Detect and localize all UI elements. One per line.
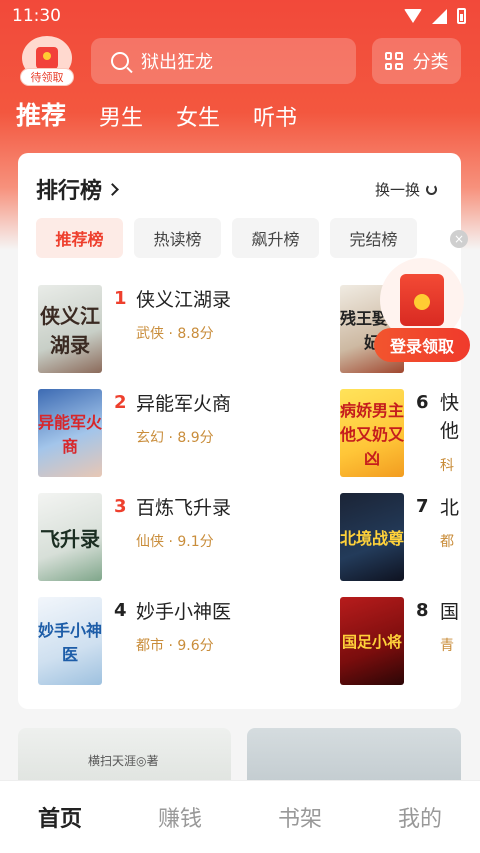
search-placeholder: 狱出狂龙 [141,52,213,73]
book-title: 异能军火商 [136,393,232,415]
wifi-icon [404,9,422,23]
book-item[interactable]: 北境战尊 7 北 都 [340,493,461,583]
book-item[interactable]: 妙手小神医 4 妙手小神医 都市 · 9.6分 [38,597,338,687]
book-cover: 侠义江湖录 [38,285,102,373]
top-row: 待领取 狱出狂龙 分类 [0,36,480,90]
banner-row: 横扫天涯◎著 [18,728,461,788]
nav-home[interactable]: 首页 [0,781,120,853]
chevron-right-icon [106,182,119,196]
book-title: 侠义江湖录 [136,289,232,311]
pill-hot[interactable]: 热读榜 [134,218,221,258]
nav-earn[interactable]: 赚钱 [120,781,240,853]
book-cover: 北境战尊 [340,493,404,581]
banner-left[interactable]: 横扫天涯◎著 [18,728,231,788]
gift-entry[interactable]: 待领取 [20,36,74,86]
search-input[interactable]: 狱出狂龙 [91,38,356,84]
book-cover: 病娇男主他又奶又凶 [340,389,404,477]
book-meta: 都 [440,534,454,550]
pill-recommend[interactable]: 推荐榜 [36,218,123,258]
book-item[interactable]: 飞升录 3 百炼飞升录 仙侠 · 9.1分 [38,493,338,583]
search-icon [111,52,129,70]
login-reward-button[interactable]: 登录领取 [374,328,470,362]
close-promo-button[interactable]: × [450,230,468,248]
bottom-nav: 首页 赚钱 书架 我的 [0,780,480,853]
book-meta: 仙侠 · 9.1分 [136,534,214,550]
book-cover: 飞升录 [38,493,102,581]
ranking-title-link[interactable]: 排行榜 [36,173,119,205]
pill-rising[interactable]: 飙升榜 [232,218,319,258]
book-meta: 玄幻 · 8.9分 [136,430,214,446]
book-title: 北 [440,497,460,519]
grid-icon [384,52,403,70]
book-cover: 国足小将 [340,597,404,685]
book-cover: 妙手小神医 [38,597,102,685]
book-item[interactable]: 侠义江湖录 1 侠义江湖录 武侠 · 8.8分 [38,285,338,375]
book-meta: 青 [440,638,454,654]
rank-number: 7 [416,496,429,517]
book-item[interactable]: 病娇男主他又奶又凶 6 快他 科 [340,389,461,479]
rank-number: 3 [114,496,127,517]
rank-number: 6 [416,392,429,413]
signal-icon [432,8,447,24]
gift-badge: 待领取 [20,68,74,86]
book-item[interactable]: 异能军火商 2 异能军火商 玄幻 · 8.9分 [38,389,338,479]
book-meta: 武侠 · 8.8分 [136,326,214,342]
nav-me[interactable]: 我的 [360,781,480,853]
book-cover: 异能军火商 [38,389,102,477]
status-icons [404,8,466,24]
tab-female[interactable]: 女生 [176,100,220,132]
book-meta: 科 [440,458,454,474]
ranking-right-column: 残王娶狂妃 古 病娇男主他又奶又凶 6 快他 科 北境战尊 7 北 都 国足小将… [340,153,461,709]
nav-bookshelf[interactable]: 书架 [240,781,360,853]
banner-left-text: 横扫天涯◎著 [88,754,159,768]
rank-number: 2 [114,392,127,413]
book-title: 百炼飞升录 [136,497,232,519]
book-title: 国 [440,601,460,623]
category-label: 分类 [412,52,449,73]
book-meta: 都市 · 9.6分 [136,638,214,654]
channel-tabs: 推荐 男生 女生 听书 [16,96,297,132]
tab-male[interactable]: 男生 [99,100,143,132]
red-envelope-icon [36,47,58,69]
rank-number: 1 [114,288,127,309]
tab-recommend[interactable]: 推荐 [16,96,66,132]
book-title: 快他 [440,392,460,442]
rank-number: 8 [416,600,429,621]
battery-icon [457,8,466,24]
rank-number: 4 [114,600,127,621]
book-title: 妙手小神医 [136,601,232,623]
tab-audiobook[interactable]: 听书 [253,100,297,132]
ranking-title: 排行榜 [36,179,103,204]
status-time: 11:30 [12,6,61,26]
book-item[interactable]: 国足小将 8 国 青 [340,597,461,687]
red-envelope-icon [400,274,444,326]
login-reward-promo[interactable]: 登录领取 [374,258,470,366]
banner-right[interactable] [247,728,461,788]
ranking-card: 排行榜 换一换 推荐榜 热读榜 飙升榜 完结榜 侠义江湖录 1 侠义江湖录 武侠… [18,153,461,709]
status-bar: 11:30 [0,0,480,32]
category-button[interactable]: 分类 [372,38,461,84]
